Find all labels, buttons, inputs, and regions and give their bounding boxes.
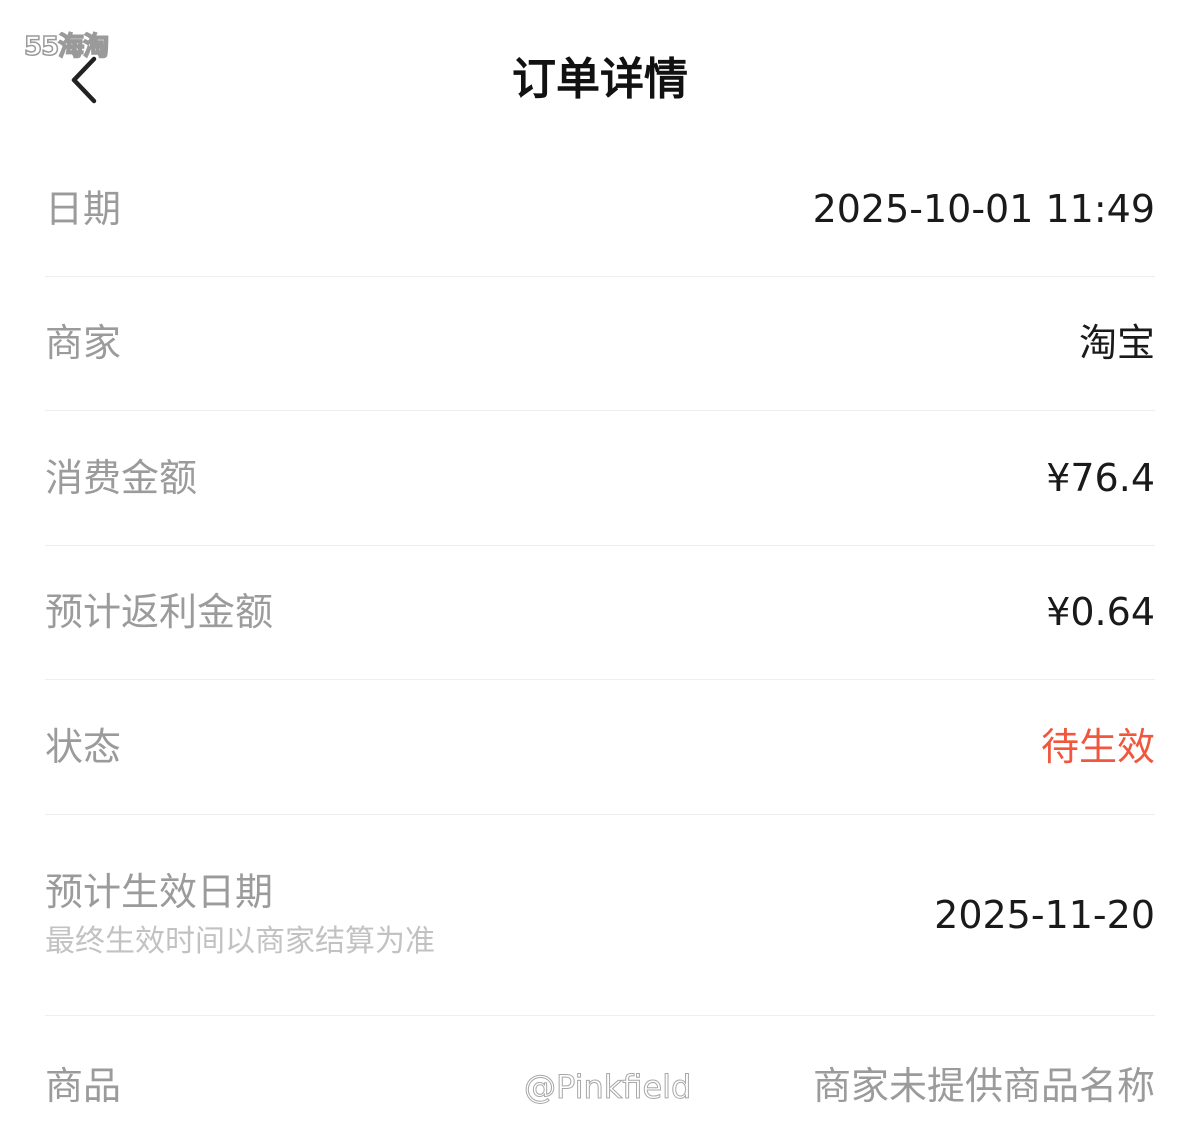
page-title: 订单详情 (512, 54, 688, 105)
header: 订单详情 (0, 0, 1200, 150)
merchant-label: 商家 (45, 321, 122, 366)
effective-date-note: 最终生效时间以商家结算为准 (45, 923, 435, 959)
rebate-value: ¥0.64 (1046, 590, 1155, 635)
row-merchant: 商家 淘宝 (45, 277, 1155, 411)
row-status: 状态 待生效 (45, 680, 1155, 815)
order-info-list: 日期 2025-10-01 11:49 商家 淘宝 消费金额 ¥76.4 预计返… (45, 142, 1155, 1137)
product-value: 商家未提供商品名称 (812, 1063, 1155, 1108)
effective-date-label-group: 预计生效日期 最终生效时间以商家结算为准 (45, 868, 435, 962)
row-amount: 消费金额 ¥76.4 (45, 411, 1155, 546)
status-value: 待生效 (1040, 724, 1155, 769)
amount-value: ¥76.4 (1046, 455, 1155, 500)
effective-date-label: 预计生效日期 (45, 869, 274, 914)
date-value: 2025-10-01 11:49 (812, 186, 1155, 231)
watermark-username: @Pinkfield (523, 1068, 692, 1107)
effective-date-value: 2025-11-20 (934, 892, 1155, 937)
order-detail-page: 55海淘 订单详情 日期 2025-10-01 11:49 商家 淘宝 消费金额… (0, 0, 1200, 1137)
merchant-value: 淘宝 (1078, 321, 1155, 366)
date-label: 日期 (45, 186, 122, 231)
status-label: 状态 (45, 724, 122, 769)
row-rebate: 预计返利金额 ¥0.64 (45, 546, 1155, 680)
amount-label: 消费金额 (45, 455, 198, 500)
product-label: 商品 (45, 1063, 122, 1108)
row-effective-date: 预计生效日期 最终生效时间以商家结算为准 2025-11-20 (45, 815, 1155, 1016)
row-date: 日期 2025-10-01 11:49 (45, 142, 1155, 277)
rebate-label: 预计返利金额 (45, 590, 274, 635)
